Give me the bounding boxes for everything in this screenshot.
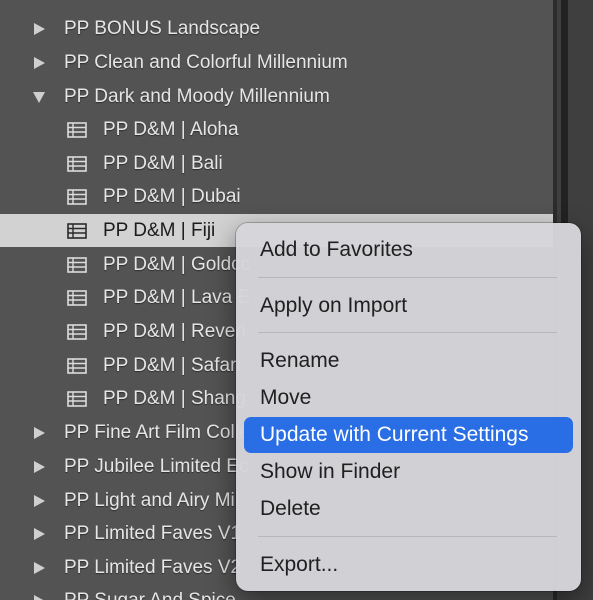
folder-label: PP Fine Art Film Colle [64,421,250,443]
preset-list-icon [67,323,87,340]
preset-list-icon [67,188,87,205]
menu-separator [258,536,557,537]
menu-item-export[interactable]: Export... [244,547,573,583]
disclosure-triangle-right-icon[interactable] [30,592,48,600]
preset-list-icon [67,256,87,273]
disclosure-triangle-right-icon[interactable] [30,559,48,577]
preset-label: PP D&M | Dubai [103,185,241,207]
preset-label: PP D&M | Aloha [103,118,239,140]
folder-label: PP Sugar And Spice [64,589,236,600]
menu-item-rename[interactable]: Rename [244,343,573,379]
menu-item-show-in-finder[interactable]: Show in Finder [244,454,573,490]
disclosure-triangle-right-icon[interactable] [30,424,48,442]
folder-label: PP Light and Airy Mil [64,489,239,511]
context-menu: Add to Favorites Apply on Import Rename … [236,223,581,591]
preset-label: PP D&M | Safari [103,354,241,376]
folder-pp-dark-and-moody-millennium[interactable]: PP Dark and Moody Millennium [0,80,553,113]
folder-label: PP Jubilee Limited Ec [64,455,249,477]
preset-label: PP D&M | Bali [103,152,223,174]
disclosure-triangle-right-icon[interactable] [30,492,48,510]
preset-item-aloha[interactable]: PP D&M | Aloha [0,113,553,146]
folder-label: PP Dark and Moody Millennium [64,85,330,107]
folder-label: PP Clean and Colorful Millennium [64,51,348,73]
folder-pp-clean-and-colorful-millennium[interactable]: PP Clean and Colorful Millennium [0,46,553,79]
menu-item-move[interactable]: Move [244,380,573,416]
preset-label: PP D&M | Shang [103,387,246,409]
folder-label: PP Limited Faves V2 [64,556,242,578]
folder-label: PP Limited Faves V1 [64,522,242,544]
disclosure-triangle-down-icon[interactable] [30,88,48,106]
disclosure-triangle-right-icon[interactable] [30,20,48,38]
folder-label: PP BONUS Landscape [64,17,261,39]
preset-label: PP D&M | Goldcc [103,253,251,275]
preset-list-icon [67,390,87,407]
folder-pp-bonus-landscape[interactable]: PP BONUS Landscape [0,12,553,45]
preset-list-icon [67,121,87,138]
menu-separator [258,277,557,278]
disclosure-triangle-right-icon[interactable] [30,525,48,543]
preset-list-icon [67,289,87,306]
preset-label: PP D&M | Fiji [103,219,216,241]
menu-item-update-with-current-settings[interactable]: Update with Current Settings [244,417,573,453]
menu-separator [258,332,557,333]
disclosure-triangle-right-icon[interactable] [30,54,48,72]
preset-label: PP D&M | Lava E [103,286,251,308]
menu-item-apply-on-import[interactable]: Apply on Import [244,288,573,324]
preset-item-dubai[interactable]: PP D&M | Dubai [0,180,553,213]
disclosure-triangle-right-icon[interactable] [30,458,48,476]
preset-label: PP D&M | Reveri [103,320,246,342]
preset-list-icon [67,222,87,239]
menu-item-delete[interactable]: Delete [244,491,573,527]
menu-item-add-to-favorites[interactable]: Add to Favorites [244,232,573,268]
scrollbar-thumb[interactable] [561,0,568,232]
preset-list-icon [67,155,87,172]
preset-item-bali[interactable]: PP D&M | Bali [0,147,553,180]
preset-list-icon [67,357,87,374]
